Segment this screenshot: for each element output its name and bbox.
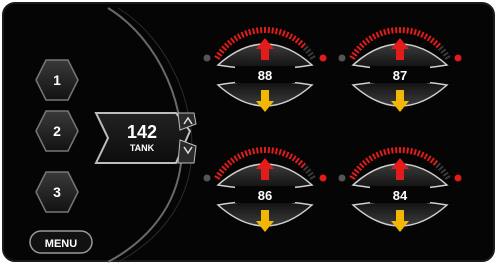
gauge-value: 84 bbox=[393, 188, 408, 203]
gauge-min-dot bbox=[339, 175, 346, 182]
gauge-tick bbox=[388, 148, 389, 154]
gauge-tick bbox=[407, 28, 408, 34]
gauge-tick bbox=[411, 28, 412, 34]
gauge-tick bbox=[392, 28, 393, 34]
preset-button-1[interactable]: 1 bbox=[36, 60, 78, 100]
preset-label-2: 2 bbox=[53, 123, 61, 139]
gauge-tick bbox=[388, 28, 389, 34]
gauge-tick bbox=[392, 148, 393, 154]
preset-button-3[interactable]: 3 bbox=[36, 172, 78, 212]
gauge-min-dot bbox=[204, 175, 211, 182]
gauge-tick bbox=[411, 148, 412, 154]
gauge-tick bbox=[257, 28, 258, 34]
gauge-tick bbox=[272, 28, 273, 34]
gauge-tick bbox=[257, 148, 258, 154]
gauge-tick bbox=[253, 148, 254, 154]
gauge-value: 88 bbox=[258, 68, 272, 83]
gauge-tick bbox=[407, 148, 408, 154]
menu-button[interactable]: MENU bbox=[30, 231, 92, 253]
gauge-min-dot bbox=[204, 55, 211, 62]
menu-label: MENU bbox=[45, 238, 77, 250]
gauge-tick bbox=[276, 28, 277, 34]
gauge-min-dot bbox=[339, 55, 346, 62]
preset-label-1: 1 bbox=[53, 72, 61, 88]
preset-button-2[interactable]: 2 bbox=[36, 111, 78, 151]
tank-value: 142 bbox=[127, 122, 157, 142]
gauge-max-dot bbox=[320, 175, 327, 182]
air-suspension-screen: 1 2 3 MENU 142 TANK 88 87 86 84 bbox=[0, 0, 497, 266]
gauge-max-dot bbox=[455, 55, 462, 62]
tank-readout: 142 TANK bbox=[96, 113, 190, 163]
gauge-tick bbox=[276, 148, 277, 154]
tank-label: TANK bbox=[130, 143, 155, 153]
gauge-max-dot bbox=[320, 55, 327, 62]
gauge-tick bbox=[272, 148, 273, 154]
gauge-value: 87 bbox=[393, 68, 407, 83]
gauge-tick bbox=[253, 28, 254, 34]
screen-canvas: 1 2 3 MENU 142 TANK 88 87 86 84 bbox=[0, 0, 497, 266]
gauge-value: 86 bbox=[258, 188, 272, 203]
gauge-max-dot bbox=[455, 175, 462, 182]
preset-label-3: 3 bbox=[53, 184, 61, 200]
